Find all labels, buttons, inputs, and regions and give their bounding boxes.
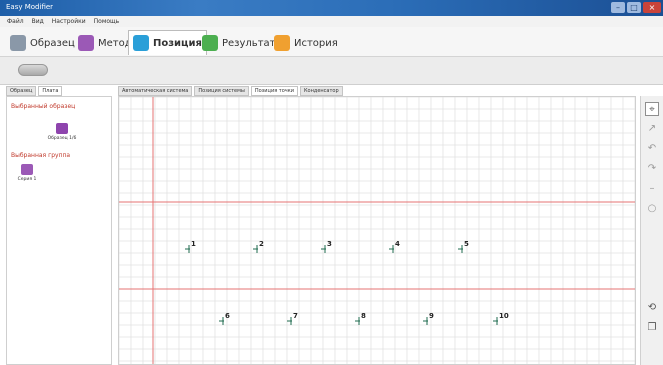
side-tab-sample[interactable]: Образец	[6, 86, 37, 96]
sample-caption: Образец 1/6	[47, 136, 77, 141]
sidebar: Выбранный образец Образец 1/6 Выбранная …	[6, 96, 112, 365]
view-tabs: Автоматическая система Позиция системы П…	[118, 86, 343, 96]
copy-icon[interactable]: ❐	[645, 321, 659, 335]
sidebar-heading-group: Выбранная группа	[11, 152, 71, 159]
tab-position[interactable]: Позиция	[128, 30, 207, 55]
redo-icon[interactable]: ↷	[645, 162, 659, 176]
menu-file[interactable]: Файл	[7, 18, 24, 25]
history-icon	[274, 35, 290, 51]
draw-icon[interactable]: ↗	[645, 122, 659, 136]
position-grid	[119, 97, 635, 364]
view-tab-auto-system[interactable]: Автоматическая система	[118, 86, 193, 96]
position-label[interactable]: 1	[191, 240, 196, 248]
view-tab-system-position[interactable]: Позиция системы	[194, 86, 249, 96]
position-label[interactable]: 10	[499, 312, 509, 320]
position-canvas[interactable]: 1 2 3 4 5 6 7 8 9 10	[118, 96, 636, 365]
toolstrip	[0, 57, 663, 85]
position-label[interactable]: 5	[464, 240, 469, 248]
circle-icon[interactable]: ○	[645, 202, 659, 216]
position-label[interactable]: 9	[429, 312, 434, 320]
tab-history[interactable]: История	[270, 32, 342, 54]
tab-label: История	[294, 37, 338, 49]
sidebar-heading-sample: Выбранный образец	[11, 103, 76, 110]
close-button[interactable]: ×	[643, 2, 661, 13]
menu-bar: Файл Вид Настройки Помощь	[0, 16, 663, 27]
tab-label: Результат	[222, 37, 276, 49]
minus-icon[interactable]: –	[645, 182, 659, 196]
menu-settings[interactable]: Настройки	[52, 18, 86, 25]
mode-tab-bar: Образец Метод Позиция Результат История	[0, 27, 663, 57]
view-tab-capacitor[interactable]: Конденсатор	[300, 86, 343, 96]
view-tab-point-position[interactable]: Позиция точки	[250, 86, 298, 96]
position-label[interactable]: 7	[293, 312, 298, 320]
move-icon[interactable]: ⟲	[645, 301, 659, 315]
maximize-button[interactable]: □	[627, 2, 641, 13]
tab-label: Метод	[98, 37, 132, 49]
position-icon	[133, 35, 149, 51]
position-label[interactable]: 8	[361, 312, 366, 320]
tab-method[interactable]: Метод	[74, 32, 136, 54]
undo-icon[interactable]: ↶	[645, 142, 659, 156]
tab-result[interactable]: Результат	[198, 32, 279, 54]
load-button[interactable]	[18, 64, 48, 76]
position-label[interactable]: 3	[327, 240, 332, 248]
title-bar: Easy Modifier – □ ×	[0, 0, 663, 16]
sample-plate-icon[interactable]	[56, 123, 68, 134]
minimize-button[interactable]: –	[611, 2, 625, 13]
side-tabs: Образец Плата	[6, 86, 63, 96]
method-icon	[78, 35, 94, 51]
sample-icon	[10, 35, 26, 51]
tab-sample[interactable]: Образец	[6, 32, 79, 54]
position-label[interactable]: 6	[225, 312, 230, 320]
menu-view[interactable]: Вид	[32, 18, 44, 25]
right-toolbar: ⌖ ↗ ↶ ↷ – ○ ⟲ ❐	[640, 96, 663, 365]
group-caption: Серия 1	[17, 177, 37, 182]
result-icon	[202, 35, 218, 51]
tab-label: Образец	[30, 37, 75, 49]
select-icon[interactable]: ⌖	[645, 102, 659, 116]
position-label[interactable]: 4	[395, 240, 400, 248]
window-title: Easy Modifier	[6, 3, 54, 11]
position-label[interactable]: 2	[259, 240, 264, 248]
side-tab-plate[interactable]: Плата	[38, 86, 63, 96]
group-plate-icon[interactable]	[21, 164, 33, 175]
menu-help[interactable]: Помощь	[94, 18, 120, 25]
tab-label: Позиция	[153, 37, 202, 49]
